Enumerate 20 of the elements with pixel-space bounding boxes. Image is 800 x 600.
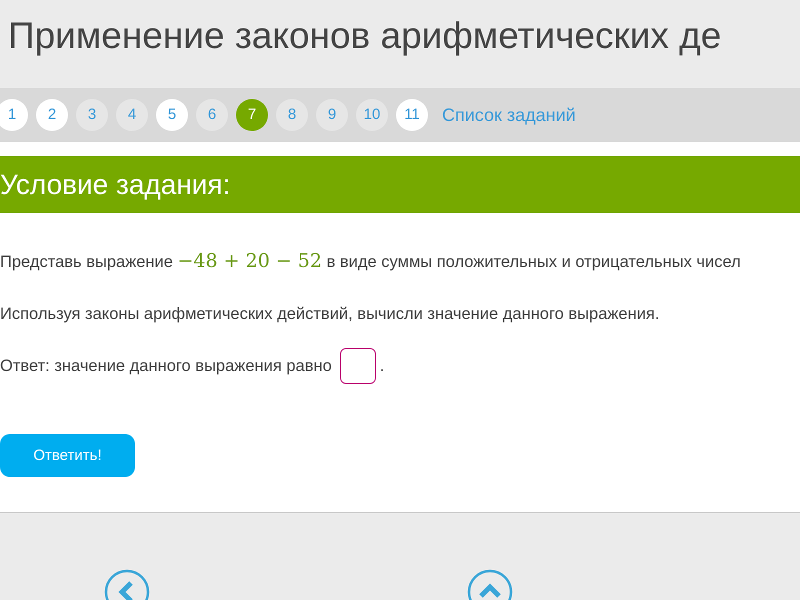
task-number[interactable]: 2 <box>36 99 68 131</box>
answer-field[interactable] <box>340 348 376 384</box>
task-text: Представь выражение −48 + 20 − 52 в виде суммы положительных и отрицательных чисел <box>0 249 742 274</box>
task-number[interactable]: 3 <box>76 99 108 131</box>
task-list-link[interactable]: Список заданий <box>442 102 576 128</box>
task-number[interactable]: 1 <box>0 99 28 131</box>
condition-header: Условие задания: <box>0 156 800 213</box>
task-text: Используя законы арифметических действий, вычисли значение данного выражения. <box>0 304 660 324</box>
answer-label: Ответ: значение данного выражения равно <box>0 356 332 377</box>
submit-button[interactable]: Ответить! <box>0 434 135 478</box>
page-title: Применение законов арифметических де <box>8 14 722 58</box>
task-number[interactable]: 5 <box>156 99 188 131</box>
task-number[interactable]: 8 <box>276 99 308 131</box>
task-number[interactable]: 7 <box>236 99 268 131</box>
task-number[interactable]: 9 <box>316 99 348 131</box>
task-number[interactable]: 11 <box>396 99 428 131</box>
task-number[interactable]: 6 <box>196 99 228 131</box>
period: . <box>380 356 384 377</box>
task-number[interactable]: 4 <box>116 99 148 131</box>
task-number[interactable]: 10 <box>356 99 388 131</box>
